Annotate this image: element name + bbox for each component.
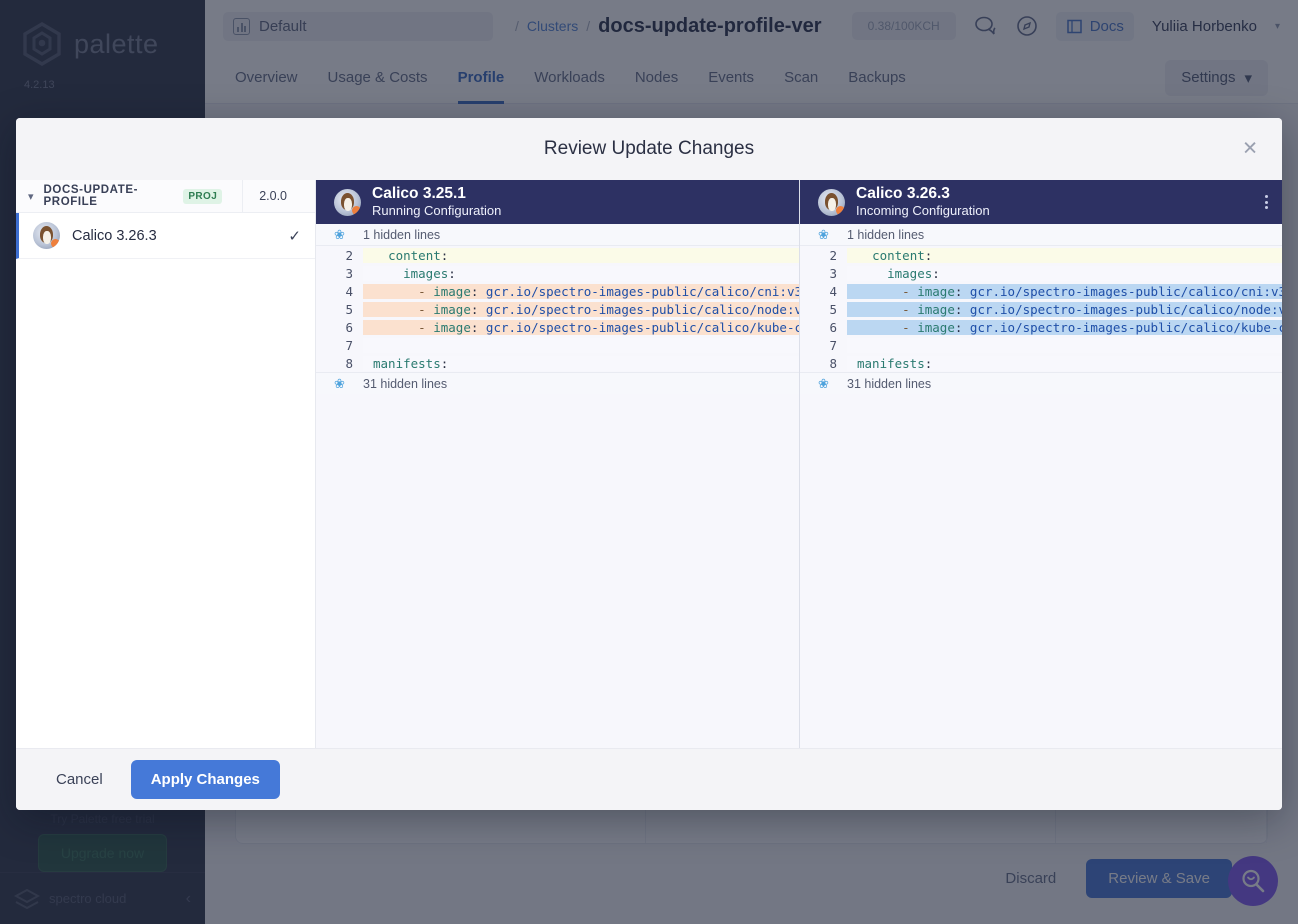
fold-row-bottom-left[interactable]: ❀ 31 hidden lines [316, 372, 799, 394]
line-number: 4 [800, 283, 847, 299]
cancel-button[interactable]: Cancel [42, 761, 117, 798]
calico-cat-avatar [818, 188, 845, 216]
line-content: images: [847, 265, 1282, 281]
pack-group-version: 2.0.0 [242, 179, 303, 213]
pack-group-badge: PROJ [183, 188, 223, 204]
review-update-changes-modal: Review Update Changes ✕ ▾ DOCS-UPDATE-PR… [16, 118, 1282, 810]
modal-title: Review Update Changes [543, 138, 755, 159]
line-content: content: [847, 247, 1282, 263]
line-content: - image: gcr.io/spectro-images-public/ca… [847, 319, 1282, 335]
modal-header: Review Update Changes ✕ [16, 118, 1282, 180]
code-area-left[interactable]: 2 content: 3 images: 4 - image: gcr.io/spe… [316, 246, 799, 748]
code-line: 5 - image: gcr.io/spectro-images-public/… [316, 300, 799, 318]
pack-list-empty-area [16, 259, 315, 748]
incoming-config-subtitle: Incoming Configuration [856, 203, 990, 219]
fold-label-bottom-left: 31 hidden lines [363, 376, 448, 391]
line-content [847, 337, 1282, 353]
app-root: palette 4.2.13 Try Palette free trial Up… [0, 0, 1298, 924]
fold-label-bottom-right: 31 hidden lines [847, 376, 932, 391]
incoming-version-label: Calico 3.26.3 [856, 184, 950, 202]
unfold-lines-icon[interactable]: ❀ [800, 227, 847, 243]
line-content: - image: gcr.io/spectro-images-public/ca… [847, 283, 1282, 299]
unfold-lines-icon[interactable]: ❀ [800, 376, 847, 392]
code-area-right[interactable]: 2 content: 3 images: 4 - image: gcr.io/spe… [800, 246, 1282, 748]
code-line: 8 manifests: [800, 354, 1282, 372]
code-line: 2 content: [316, 246, 799, 264]
line-number: 5 [316, 301, 363, 317]
unfold-lines-icon[interactable]: ❀ [316, 227, 363, 243]
line-content: manifests: [363, 355, 799, 371]
fold-row-top-right[interactable]: ❀ 1 hidden lines [800, 224, 1282, 246]
line-number: 6 [800, 319, 847, 335]
line-number: 6 [316, 319, 363, 335]
line-number: 7 [316, 337, 363, 353]
line-number: 3 [800, 265, 847, 281]
calico-cat-avatar [33, 222, 60, 249]
line-number: 7 [800, 337, 847, 353]
running-config-subtitle: Running Configuration [372, 203, 502, 219]
line-content: images: [363, 265, 799, 281]
line-number: 3 [316, 265, 363, 281]
unfold-lines-icon[interactable]: ❀ [316, 376, 363, 392]
chevron-down-icon[interactable]: ▾ [28, 190, 34, 203]
modal-body: ▾ DOCS-UPDATE-PROFILE PROJ 2.0.0 Calico … [16, 179, 1282, 748]
check-icon: ✓ [288, 227, 301, 245]
line-content: - image: gcr.io/spectro-images-public/ca… [363, 283, 799, 299]
code-line: 3 images: [316, 264, 799, 282]
fold-row-top-left[interactable]: ❀ 1 hidden lines [316, 224, 799, 246]
running-version-label: Calico 3.25.1 [372, 184, 466, 202]
line-content [363, 337, 799, 353]
code-line: 7 [316, 336, 799, 354]
line-number: 2 [316, 247, 363, 263]
code-line: 5 - image: gcr.io/spectro-images-public/… [800, 300, 1282, 318]
line-number: 2 [800, 247, 847, 263]
line-content: content: [363, 247, 799, 263]
fold-label-top-right: 1 hidden lines [847, 227, 925, 242]
calico-cat-avatar [334, 188, 361, 216]
pack-item-label: Calico 3.26.3 [72, 227, 157, 244]
line-number: 5 [800, 301, 847, 317]
code-line: 2 content: [800, 246, 1282, 264]
line-content: manifests: [847, 355, 1282, 371]
fold-row-bottom-right[interactable]: ❀ 31 hidden lines [800, 372, 1282, 394]
code-line: 4 - image: gcr.io/spectro-images-public/… [316, 282, 799, 300]
code-line: 4 - image: gcr.io/spectro-images-public/… [800, 282, 1282, 300]
apply-changes-button[interactable]: Apply Changes [130, 760, 280, 799]
code-line: 6 - image: gcr.io/spectro-images-public/… [316, 318, 799, 336]
fold-label-top-left: 1 hidden lines [363, 227, 441, 242]
line-content: - image: gcr.io/spectro-images-public/ca… [363, 319, 799, 335]
line-number: 4 [316, 283, 363, 299]
line-content: - image: gcr.io/spectro-images-public/ca… [363, 301, 799, 317]
code-line: 3 images: [800, 264, 1282, 282]
pack-group-name: DOCS-UPDATE-PROFILE [43, 184, 139, 208]
modal-footer: Cancel Apply Changes [16, 748, 1282, 810]
diff-pane-incoming: Calico 3.26.3 Incoming Configuration ❀ 1… [799, 180, 1282, 748]
line-number: 8 [316, 355, 363, 371]
diff-pane-running-header: Calico 3.25.1 Running Configuration [316, 180, 799, 224]
pack-group-header[interactable]: ▾ DOCS-UPDATE-PROFILE PROJ 2.0.0 [16, 179, 315, 213]
line-number: 8 [800, 355, 847, 371]
line-content: - image: gcr.io/spectro-images-public/ca… [847, 301, 1282, 317]
code-line: 7 [800, 336, 1282, 354]
code-line: 6 - image: gcr.io/spectro-images-public/… [800, 318, 1282, 336]
diff-viewer: Calico 3.25.1 Running Configuration ❀ 1 … [316, 180, 1282, 748]
pack-list-item-calico[interactable]: Calico 3.26.3 ✓ [16, 213, 315, 259]
diff-pane-incoming-header: Calico 3.26.3 Incoming Configuration [800, 180, 1282, 224]
pack-list: ▾ DOCS-UPDATE-PROFILE PROJ 2.0.0 Calico … [16, 179, 316, 748]
kebab-menu-icon[interactable] [1265, 195, 1268, 209]
diff-pane-running: Calico 3.25.1 Running Configuration ❀ 1 … [316, 180, 799, 748]
close-x-icon[interactable]: ✕ [1242, 140, 1258, 159]
code-line: 8 manifests: [316, 354, 799, 372]
